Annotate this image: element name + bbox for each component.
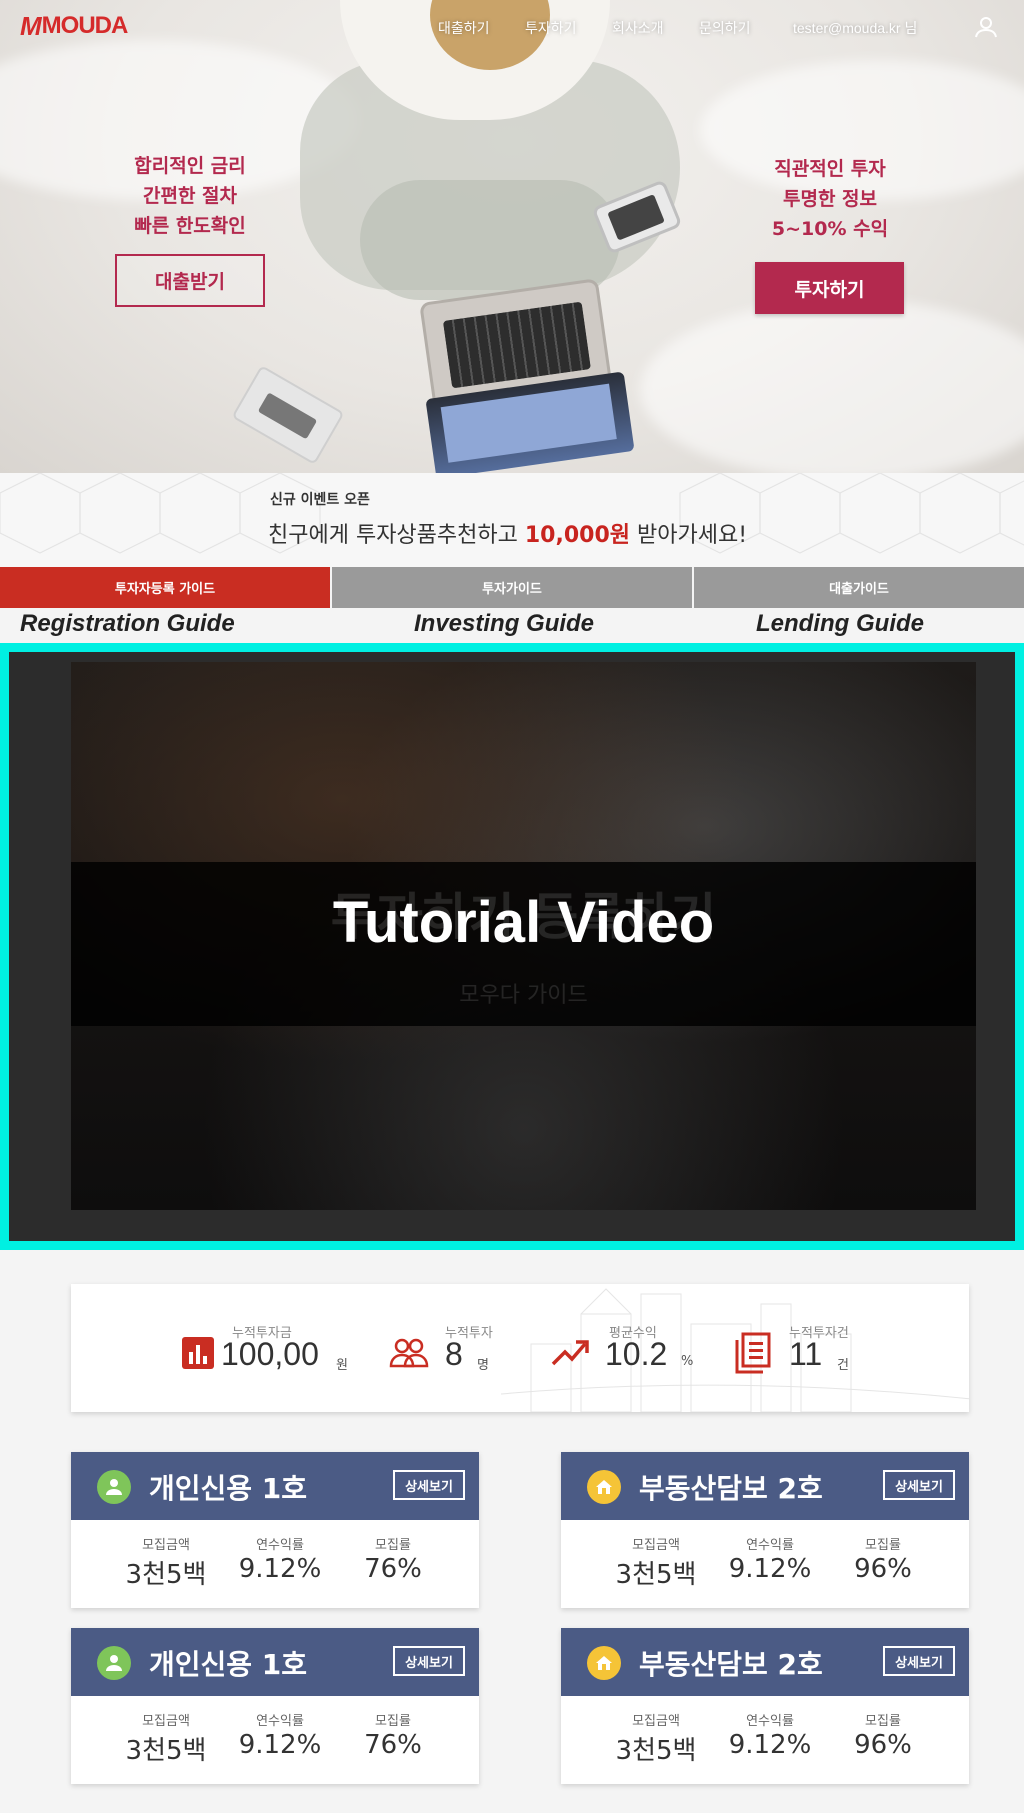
stat-value: 11 [789,1336,823,1372]
rate-label: 연수익률 [256,1714,304,1729]
product-card[interactable]: 부동산담보 2호 상세보기 모집금액 3천5백 연수익률 9.12% 모집률 96% [561,1452,969,1608]
nav-invest[interactable]: 투자하기 [525,18,577,38]
amount-label: 모집금액 [142,1714,190,1729]
event-banner[interactable]: 신규 이벤트 오픈 친구에게 투자상품추천하고 10,000원 받아가세요! [0,473,1024,567]
tab-lending-guide[interactable]: 대출가이드 [694,567,1024,608]
rate-value: 9.12% [238,1730,322,1760]
detail-button[interactable]: 상세보기 [393,1470,465,1500]
registration-guide-label: Registration Guide [20,610,235,637]
product-card[interactable]: 개인신용 1호 상세보기 모집금액 3천5백 연수익률 9.12% 모집률 76% [71,1452,479,1608]
card-header: 부동산담보 2호 상세보기 [561,1628,969,1696]
stat-unit: 원 [336,1358,348,1373]
nav-contact[interactable]: 문의하기 [699,18,751,38]
amount-value: 3천5백 [125,1560,207,1590]
card-title: 개인신용 1호 [149,1472,308,1505]
product-card[interactable]: 개인신용 1호 상세보기 모집금액 3천5백 연수익률 9.12% 모집률 76% [71,1628,479,1784]
guide-tabs: 투자자등록 가이드 투자가이드 대출가이드 [0,567,1024,608]
user-email[interactable]: tester@mouda.kr 님 [793,18,917,38]
event-label: 신규 이벤트 오픈 [270,492,370,508]
progress-value: 96% [854,1554,912,1584]
progress-value: 76% [364,1554,422,1584]
get-loan-button[interactable]: 대출받기 [115,254,265,307]
mouda-logo[interactable]: M MOUDA [20,10,129,41]
stat-value: 10.2 [605,1336,668,1372]
amount-label: 모집금액 [142,1538,190,1553]
stats-panel: 누적투자금 100,00 원 누적투자 8 명 평균수익 10.2 % 누적투자… [71,1284,969,1412]
progress-label: 모집률 [375,1538,411,1553]
progress-label: 모집률 [865,1714,901,1729]
progress-value: 96% [854,1730,912,1760]
trending-up-icon [551,1336,589,1374]
card-title: 부동산담보 2호 [639,1472,823,1505]
loan-promo-line: 빠른 한도확인 [134,215,246,237]
card-title: 부동산담보 2호 [639,1648,823,1681]
rate-value: 9.12% [728,1730,812,1760]
tab-investing-guide[interactable]: 투자가이드 [332,567,692,608]
event-text-after: 받아가세요! [630,523,748,548]
invest-promo-line: 직관적인 투자 [774,158,886,180]
user-icon[interactable] [973,14,999,40]
stat-value: 100,00 [221,1336,319,1372]
card-header: 개인신용 1호 상세보기 [71,1452,479,1520]
loan-promo-line: 간편한 절차 [142,185,237,207]
progress-label: 모집률 [865,1538,901,1553]
nav-about[interactable]: 회사소개 [612,18,664,38]
tutorial-video-frame: 투자하기 등록하기 모우다 가이드 Tutorial Video [0,643,1024,1250]
logo-text: MOUDA [41,12,129,39]
invest-promo-line: 5~10% 수익 [771,218,889,240]
progress-label: 모집률 [375,1714,411,1729]
card-title: 개인신용 1호 [149,1648,308,1681]
progress-value: 76% [364,1730,422,1760]
amount-value: 3천5백 [615,1560,697,1590]
invest-button[interactable]: 투자하기 [755,262,904,314]
video-title: Tutorial Video [332,890,715,955]
person-icon [97,1470,131,1504]
detail-button[interactable]: 상세보기 [883,1646,955,1676]
stat-value: 8 [445,1336,463,1372]
nav-loan[interactable]: 대출하기 [438,18,490,38]
loan-promo-text: 합리적인 금리 간편한 절차 빠른 한도확인 [112,151,268,241]
documents-icon [733,1332,771,1378]
person-icon [97,1646,131,1680]
investing-guide-label: Investing Guide [414,610,595,637]
rate-value: 9.12% [238,1554,322,1584]
logo-mark: M [20,10,42,41]
card-header: 부동산담보 2호 상세보기 [561,1452,969,1520]
amount-label: 모집금액 [632,1538,680,1553]
home-icon [587,1470,621,1504]
event-headline: 친구에게 투자상품추천하고 10,000원 받아가세요! [268,517,747,549]
people-icon [389,1336,429,1374]
home-icon [587,1646,621,1680]
guide-labels: Registration Guide Investing Guide Lendi… [0,608,1024,642]
invest-promo-text: 직관적인 투자 투명한 정보 5~10% 수익 [752,154,908,244]
bar-chart-icon [181,1336,215,1374]
hero-banner: M MOUDA 대출하기 투자하기 회사소개 문의하기 tester@mouda… [0,0,1024,473]
rate-value: 9.12% [728,1554,812,1584]
amount-value: 3천5백 [125,1736,207,1766]
amount-value: 3천5백 [615,1736,697,1766]
stat-unit: % [681,1354,694,1369]
lending-guide-label: Lending Guide [756,610,924,637]
rate-label: 연수익률 [746,1538,794,1553]
tab-registration-guide[interactable]: 투자자등록 가이드 [0,567,330,608]
card-header: 개인신용 1호 상세보기 [71,1628,479,1696]
stat-unit: 건 [837,1358,849,1373]
detail-button[interactable]: 상세보기 [883,1470,955,1500]
detail-button[interactable]: 상세보기 [393,1646,465,1676]
tutorial-video-player[interactable]: 투자하기 등록하기 모우다 가이드 Tutorial Video [9,652,1015,1241]
rate-label: 연수익률 [746,1714,794,1729]
video-ghost-subtitle: 모우다 가이드 [459,983,588,1008]
loan-promo-line: 합리적인 금리 [134,155,246,177]
event-amount: 10,000원 [524,523,631,548]
amount-label: 모집금액 [632,1714,680,1729]
event-text-before: 친구에게 투자상품추천하고 [268,523,525,548]
stat-unit: 명 [477,1358,489,1373]
product-card[interactable]: 부동산담보 2호 상세보기 모집금액 3천5백 연수익률 9.12% 모집률 96% [561,1628,969,1784]
speaker-image [231,365,345,465]
rate-label: 연수익률 [256,1538,304,1553]
invest-promo-line: 투명한 정보 [782,188,877,210]
